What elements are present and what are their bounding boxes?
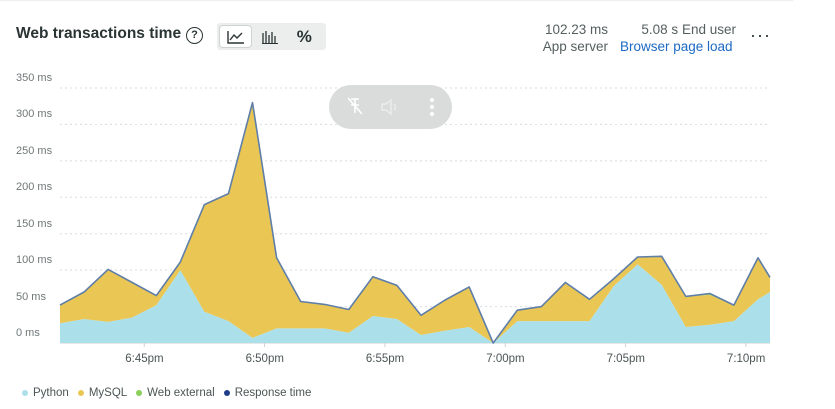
legend-swatch (136, 390, 143, 396)
legend-item[interactable]: Web external (136, 387, 215, 399)
volume-icon[interactable] (381, 98, 397, 116)
x-tick-label: 6:55pm (365, 353, 405, 365)
legend-label: MySQL (88, 387, 128, 399)
legend-label: Web external (147, 387, 215, 399)
y-tick-label: 250 ms (16, 144, 53, 157)
legend-swatch (223, 390, 230, 396)
media-overlay (329, 85, 452, 129)
legend-item[interactable]: MySQL (77, 387, 128, 399)
legend-swatch (77, 390, 84, 396)
y-tick-label: 300 ms (16, 108, 53, 121)
x-tick-label: 7:10pm (726, 353, 766, 365)
y-tick-label: 150 ms (16, 217, 53, 230)
y-tick-label: 200 ms (16, 181, 53, 194)
y-tick-label: 350 ms (16, 72, 53, 84)
x-tick-label: 7:05pm (606, 353, 645, 365)
web-transactions-card: Web transactions time ? % 102.23 ms App … (0, 0, 793, 409)
legend-label: Response time (234, 387, 312, 399)
y-tick-label: 0 ms (16, 327, 40, 339)
x-tick-label: 7:00pm (486, 353, 525, 365)
legend-label: Python (33, 387, 69, 399)
legend-swatch (22, 390, 28, 396)
y-tick-label: 50 ms (16, 290, 46, 303)
legend-item[interactable]: Response time (223, 387, 312, 399)
more-vertical-icon[interactable] (430, 98, 434, 116)
chart-legend: Python MySQL Web external Response time (22, 387, 320, 399)
x-tick-label: 6:45pm (125, 353, 164, 365)
x-tick-label: 6:50pm (245, 353, 284, 365)
legend-item[interactable]: Python (22, 387, 69, 399)
pin-off-icon[interactable] (347, 97, 363, 115)
chart-plot[interactable] (0, 1, 793, 409)
y-tick-label: 100 ms (16, 254, 53, 267)
